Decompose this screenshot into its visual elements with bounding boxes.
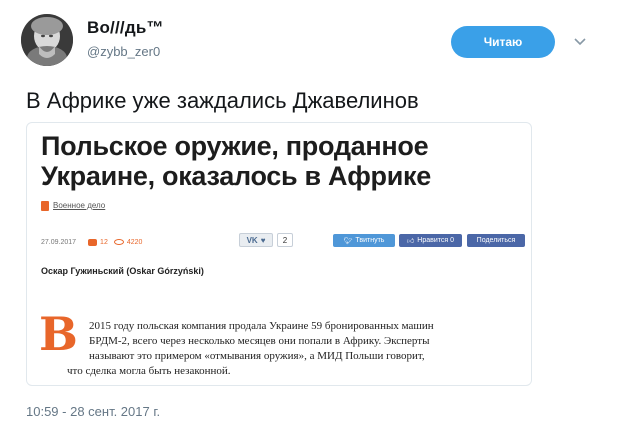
bird-icon: 🐦︎ <box>343 237 353 245</box>
body-line: БРДМ-2, всего через несколько месяцев он… <box>89 335 430 347</box>
tweet-text: В Африке уже заждались Джавелинов <box>26 88 419 113</box>
like-button: 👍︎ Нравится 0 <box>399 234 462 247</box>
article-byline: Оскар Гужиньский (Oskar Górzyński) <box>41 266 204 276</box>
article-headline: Польское оружие, проданное Украине, оказ… <box>41 131 431 191</box>
display-name[interactable]: Во///дь™ <box>87 18 164 38</box>
vk-share-count: 2 <box>277 233 293 247</box>
headline-line-2: Украине, оказалось в Африке <box>41 161 431 191</box>
tweet-share-label: Твитнуть <box>355 237 385 244</box>
tweet-timestamp[interactable]: 10:59 - 28 сент. 2017 г. <box>26 404 160 419</box>
heart-icon: ♥ <box>260 235 266 245</box>
vk-share-button: VK ♥ <box>239 233 273 247</box>
drop-cap: В <box>39 307 78 361</box>
chevron-down-icon[interactable] <box>573 34 587 48</box>
article-body: 2015 году польская компания продала Укра… <box>67 319 529 379</box>
like-label: Нравится 0 <box>417 237 455 244</box>
comment-icon <box>88 238 98 246</box>
section-link: Военное дело <box>53 201 106 210</box>
avatar[interactable] <box>21 14 73 66</box>
article-meta: 27.09.2017 12 4220 <box>41 236 142 248</box>
article-date: 27.09.2017 <box>41 238 77 246</box>
body-line: 2015 году польская компания продала Укра… <box>89 320 434 332</box>
tweet-share-button: 🐦︎ Твитнуть <box>333 234 395 247</box>
vk-icon: VK <box>246 235 258 245</box>
body-line: называют это примером «отмывания оружия»… <box>89 350 425 362</box>
view-count: 4220 <box>126 238 143 246</box>
thumbs-up-icon: 👍︎ <box>406 238 415 245</box>
eye-icon <box>113 239 124 245</box>
body-line: что сделка могла быть незаконной. <box>67 365 231 377</box>
article-image-card[interactable]: Польское оружие, проданное Украине, оказ… <box>26 122 532 386</box>
user-handle[interactable]: @zybb_zer0 <box>87 44 160 59</box>
comment-count: 12 <box>100 238 108 246</box>
share-button: Поделиться <box>467 234 525 247</box>
headline-line-1: Польское оружие, проданное <box>41 131 429 161</box>
section-icon <box>41 201 49 211</box>
follow-button[interactable]: Читаю <box>451 26 555 58</box>
avatar-image <box>21 14 73 66</box>
